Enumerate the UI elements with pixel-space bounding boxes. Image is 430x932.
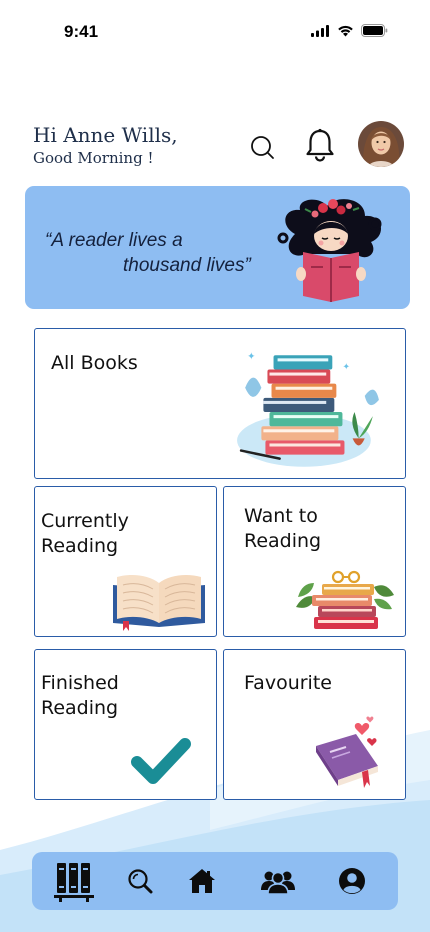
card-title-favourite: Favourite [244,672,332,694]
quote-text-line2: thousand lives” [123,255,251,276]
search-icon[interactable] [248,133,276,161]
card-want-to-read[interactable]: Want to Reading [223,486,406,637]
books-with-glasses-illustration [296,570,394,629]
svg-text:✦: ✦ [342,361,350,371]
card-title-all-books: All Books [51,352,138,374]
search-icon [128,869,153,894]
wifi-icon [338,25,353,36]
card-finished-reading[interactable]: Finished Reading [34,649,217,800]
book-stack-illustration: ✦ ✦ [237,351,379,467]
quote-text-line1: “A reader lives a [45,230,183,251]
nav-community[interactable] [256,852,300,910]
book-with-hearts-illustration [316,716,378,788]
signal-icon [311,24,329,37]
greeting: Hi Anne Wills, Good Morning ! [33,122,178,168]
library-icon [54,863,94,902]
nav-search[interactable] [120,852,160,910]
nav-home[interactable] [182,852,222,910]
card-all-books[interactable]: All Books ✦ ✦ [34,328,406,479]
status-bar: 9:41 [0,0,430,60]
battery-icon [361,24,388,37]
greeting-subtitle: Good Morning ! [33,149,154,167]
checkmark-icon [131,738,191,784]
status-time: 9:41 [64,22,99,41]
profile-icon [339,868,365,894]
greeting-name: Hi Anne Wills, [33,123,178,147]
svg-text:✦: ✦ [247,351,255,362]
nav-library[interactable] [50,852,98,910]
home-icon [189,869,215,893]
bell-icon[interactable] [304,128,336,162]
card-title-finished-reading: Finished Reading [41,672,119,719]
card-favourite[interactable]: Favourite [223,649,406,800]
card-title-currently-reading: Currently Reading [41,510,129,557]
card-title-want-to-read: Want to Reading [244,505,322,552]
community-icon [261,871,295,894]
girl-reading-book-illustration [277,199,382,302]
avatar[interactable] [358,121,404,167]
open-book-illustration [113,575,205,631]
bottom-nav [32,852,398,910]
quote-banner: “A reader lives a thousand lives” [25,186,410,309]
card-currently-reading[interactable]: Currently Reading [34,486,217,637]
status-icons [311,24,388,37]
avatar-photo [358,121,404,167]
nav-profile[interactable] [332,852,372,910]
